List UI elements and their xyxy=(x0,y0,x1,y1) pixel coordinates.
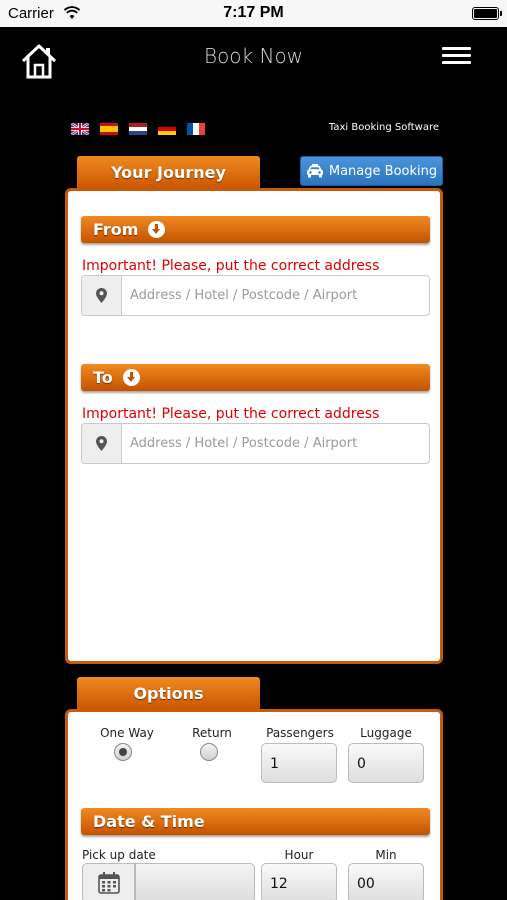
hour-input[interactable]: 12 xyxy=(261,863,337,900)
language-selector xyxy=(71,123,205,136)
min-input[interactable]: 00 xyxy=(348,863,424,900)
to-address-input[interactable] xyxy=(122,424,429,463)
from-address-field[interactable] xyxy=(81,275,430,316)
manage-booking-button[interactable]: Manage Booking xyxy=(300,156,443,186)
battery-icon xyxy=(472,7,502,20)
arrow-down-circle-icon[interactable] xyxy=(148,221,166,238)
to-address-field[interactable] xyxy=(81,423,430,464)
tab-options[interactable]: Options xyxy=(77,677,260,710)
clock: 7:17 PM xyxy=(223,4,284,21)
min-label: Min xyxy=(375,848,397,862)
map-pin-icon xyxy=(82,276,122,315)
calendar-icon[interactable] xyxy=(82,863,135,900)
to-label: To xyxy=(93,368,113,387)
battery-level xyxy=(474,9,497,18)
return-label: Return xyxy=(192,726,232,740)
hour-label: Hour xyxy=(284,848,314,862)
date-time-label: Date & Time xyxy=(93,812,205,831)
luggage-label: Luggage xyxy=(360,726,412,740)
options-panel: One Way Return Passengers 1 Luggage 0 Da… xyxy=(65,709,443,900)
from-address-input[interactable] xyxy=(122,276,429,315)
status-bar: Carrier 7:17 PM xyxy=(0,0,507,27)
tab-your-journey[interactable]: Your Journey xyxy=(77,156,260,189)
tagline: Taxi Booking Software xyxy=(328,122,439,133)
luggage-input[interactable]: 0 xyxy=(348,743,424,783)
one-way-label: One Way xyxy=(100,726,154,740)
flag-uk-icon[interactable] xyxy=(71,123,89,135)
pickup-date-input[interactable] xyxy=(135,863,255,900)
return-radio[interactable] xyxy=(200,743,218,761)
to-warning: Important! Please, put the correct addre… xyxy=(82,406,380,422)
flag-germany-icon[interactable] xyxy=(158,123,176,135)
flag-netherlands-icon[interactable] xyxy=(129,123,147,135)
pickup-date-label: Pick up date xyxy=(82,848,156,862)
from-label: From xyxy=(93,220,139,239)
manage-booking-label: Manage Booking xyxy=(328,163,438,179)
passengers-label: Passengers xyxy=(266,726,334,740)
taxi-icon xyxy=(306,164,323,178)
passengers-input[interactable]: 1 xyxy=(261,743,337,783)
from-section-header[interactable]: From xyxy=(81,216,430,243)
to-section-header[interactable]: To xyxy=(81,364,430,391)
journey-panel: From Important! Please, put the correct … xyxy=(65,188,443,664)
hamburger-menu-icon[interactable] xyxy=(442,47,471,67)
one-way-radio[interactable] xyxy=(114,743,132,761)
map-pin-icon xyxy=(82,424,122,463)
flag-france-icon[interactable] xyxy=(187,123,205,135)
date-time-section-header: Date & Time xyxy=(81,808,430,835)
arrow-down-circle-icon[interactable] xyxy=(122,369,140,386)
flag-spain-icon[interactable] xyxy=(100,123,118,135)
page-title: Book Now xyxy=(203,44,304,68)
from-warning: Important! Please, put the correct addre… xyxy=(82,258,380,274)
app-header: Book Now xyxy=(0,27,507,87)
